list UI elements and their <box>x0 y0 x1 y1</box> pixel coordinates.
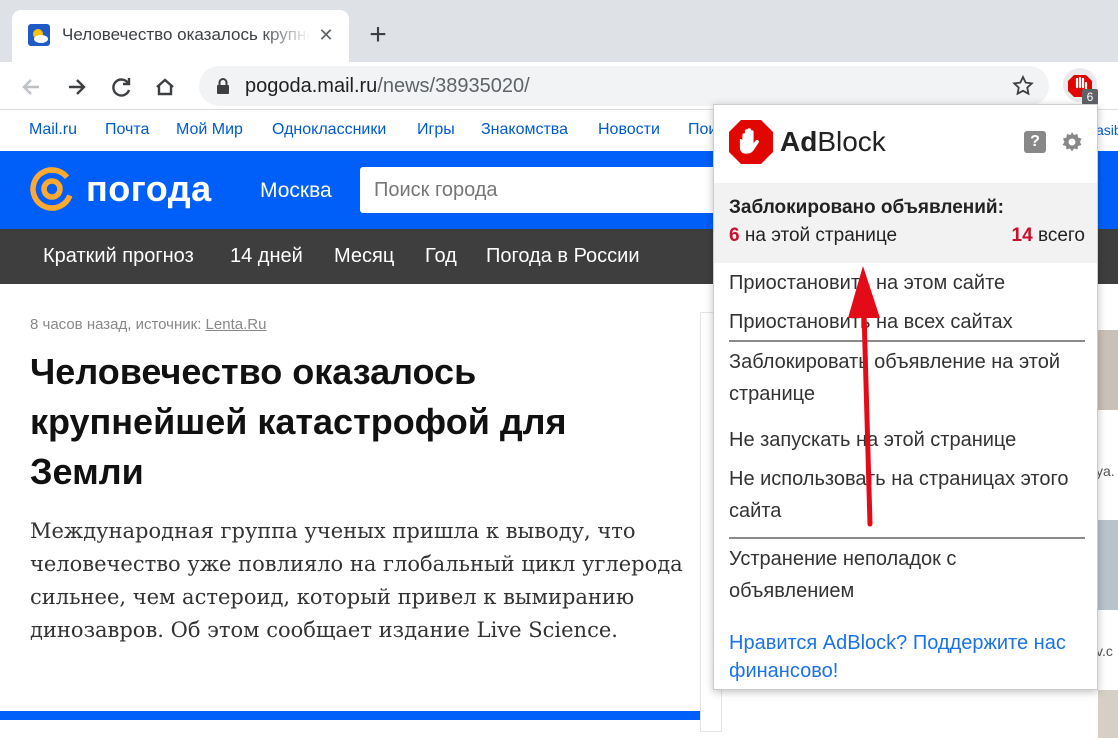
city-search-input[interactable] <box>360 167 760 213</box>
help-icon[interactable]: ? <box>1024 131 1046 153</box>
pause-on-site-item[interactable]: Приостановить на этом сайте <box>729 271 1005 295</box>
blue-divider <box>0 711 700 720</box>
page-count: 6 <box>729 225 740 246</box>
link-odnoklassniki[interactable]: Одноклассники <box>272 121 386 139</box>
tab-strip: Человечество оказалось крупнейшей катаст… <box>0 0 1118 62</box>
side-fragment: asib <box>1096 122 1118 138</box>
new-tab-button[interactable]: + <box>362 20 394 52</box>
side-thumbnail[interactable] <box>1098 520 1118 610</box>
blocked-count-badge: 6 <box>1082 89 1098 105</box>
link-novosti[interactable]: Новости <box>598 121 660 139</box>
reload-icon[interactable] <box>106 72 136 102</box>
logo-text[interactable]: погода <box>86 165 212 213</box>
source-link[interactable]: Lenta.Ru <box>206 316 267 333</box>
lock-icon <box>215 77 231 95</box>
total-count: 14 <box>1011 225 1033 246</box>
side-fragment: ya. <box>1096 463 1115 479</box>
side-thumbnail[interactable] <box>1098 330 1118 410</box>
nav-year[interactable]: Год <box>425 245 457 268</box>
dont-run-on-page-item[interactable]: Не запускать на этой странице <box>729 428 1016 452</box>
forward-arrow-icon[interactable] <box>62 72 92 102</box>
side-fragment: v.c <box>1096 643 1113 659</box>
link-igry[interactable]: Игры <box>417 121 455 139</box>
home-icon[interactable] <box>150 72 180 102</box>
browser-tab[interactable]: Человечество оказалось крупнейшей катаст… <box>12 10 349 62</box>
menu-divider <box>729 537 1085 539</box>
article-headline: Человечество оказалось крупнейшей катаст… <box>30 351 567 492</box>
side-thumbnail[interactable] <box>1098 690 1118 738</box>
link-znakomstva[interactable]: Знакомства <box>481 121 568 139</box>
url-text: pogoda.mail.ru/news/38935020/ <box>245 75 530 97</box>
news-article: 8 часов назад, источник: Lenta.Ru Челове… <box>30 316 690 647</box>
pause-all-sites-item[interactable]: Приостановить на всех сайтах <box>729 310 1013 334</box>
nav-short-forecast[interactable]: Краткий прогноз <box>43 245 194 268</box>
link-moi-mir[interactable]: Мой Мир <box>176 121 243 139</box>
mail-at-logo-icon[interactable] <box>28 165 76 213</box>
weather-favicon-icon <box>28 24 50 46</box>
browser-toolbar: pogoda.mail.ru/news/38935020/ 6 <box>0 62 1118 110</box>
blocked-stats: Заблокировано объявлений: 6 на этой стра… <box>714 183 1097 263</box>
link-mailru[interactable]: Mail.ru <box>29 121 77 139</box>
support-adblock-link[interactable]: Нравится AdBlock? Поддержите нас финансо… <box>729 629 1089 685</box>
back-arrow-icon[interactable] <box>16 72 46 102</box>
menu-divider <box>729 340 1085 342</box>
article-meta: 8 часов назад, источник: Lenta.Ru <box>30 316 267 333</box>
dont-use-on-site-item[interactable]: Не использовать на страницах этого сайта <box>729 467 1068 531</box>
nav-russia[interactable]: Погода в России <box>486 245 640 268</box>
bookmark-star-icon[interactable] <box>1011 74 1035 98</box>
article-lead: Международная группа ученых пришла к выв… <box>30 519 683 642</box>
link-pochta[interactable]: Почта <box>105 121 149 139</box>
close-tab-icon[interactable]: ✕ <box>315 24 337 46</box>
stats-title: Заблокировано объявлений: <box>729 197 1004 218</box>
nav-month[interactable]: Месяц <box>334 245 394 268</box>
adblock-title: AdBlock <box>780 126 886 157</box>
city-selector[interactable]: Москва <box>260 179 332 203</box>
address-bar[interactable]: pogoda.mail.ru/news/38935020/ <box>199 66 1049 106</box>
tab-title: Человечество оказалось крупнейшей катаст… <box>62 25 310 44</box>
troubleshoot-item[interactable]: Устранение неполадок с объявлением <box>729 547 956 611</box>
gear-icon[interactable] <box>1060 130 1084 154</box>
nav-14-days[interactable]: 14 дней <box>230 245 303 268</box>
adblock-popup: AdBlock ? Заблокировано объявлений: 6 на… <box>713 104 1098 690</box>
block-ad-item[interactable]: Заблокировать объявление на этой странице <box>729 350 1060 414</box>
adblock-extension-button[interactable]: 6 <box>1060 67 1100 105</box>
adblock-logo-icon <box>728 119 774 165</box>
stats-counts: 6 на этой странице 14 всего <box>729 225 1085 246</box>
